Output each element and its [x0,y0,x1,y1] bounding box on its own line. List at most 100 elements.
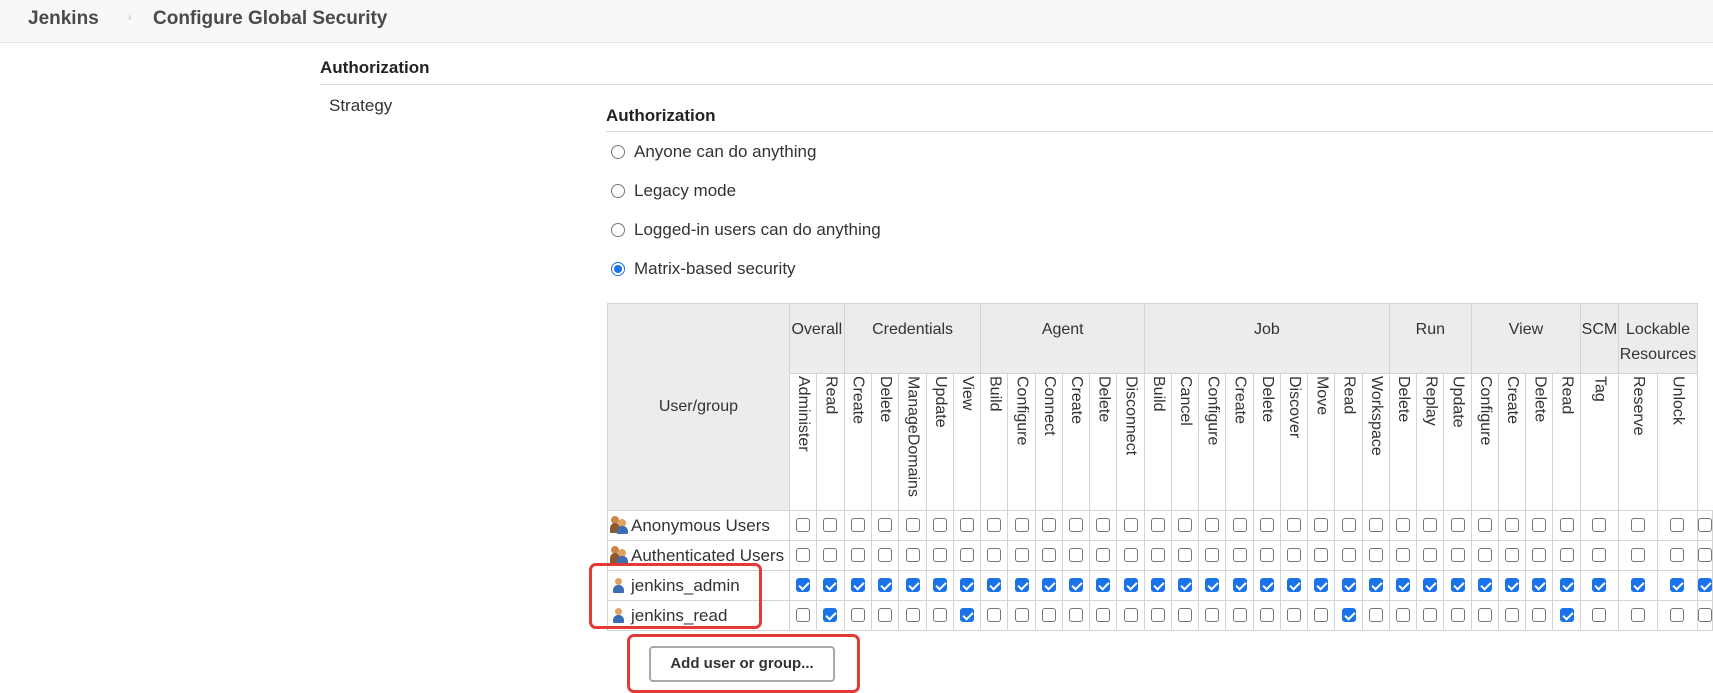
permission-checkbox[interactable] [1287,518,1302,533]
permission-checkbox[interactable] [1014,578,1029,593]
permission-checkbox[interactable] [1314,518,1329,533]
breadcrumb-home-link[interactable]: Jenkins [28,8,99,30]
permission-checkbox[interactable] [1396,608,1411,623]
permission-checkbox[interactable] [1341,518,1356,533]
radio-button[interactable] [611,145,625,159]
permission-checkbox[interactable] [1205,548,1220,563]
permission-checkbox[interactable] [987,548,1002,563]
permission-checkbox[interactable] [1450,578,1465,593]
permission-checkbox[interactable] [960,578,975,593]
permission-checkbox[interactable] [1014,518,1029,533]
permission-checkbox[interactable] [1205,518,1220,533]
permission-checkbox[interactable] [1450,518,1465,533]
permission-checkbox[interactable] [1368,548,1383,563]
permission-checkbox[interactable] [1096,518,1111,533]
permission-checkbox[interactable] [1041,578,1056,593]
permission-checkbox[interactable] [1423,548,1438,563]
permission-checkbox[interactable] [1314,578,1329,593]
permission-checkbox[interactable] [1205,578,1220,593]
permission-checkbox[interactable] [1423,518,1438,533]
permission-checkbox[interactable] [905,518,920,533]
permission-checkbox[interactable] [1396,518,1411,533]
permission-checkbox[interactable] [1559,518,1574,533]
strategy-option[interactable]: Logged-in users can do anything [611,218,881,242]
permission-checkbox[interactable] [1532,608,1547,623]
permission-checkbox[interactable] [1041,518,1056,533]
permission-checkbox[interactable] [1232,608,1247,623]
permission-checkbox[interactable] [1698,578,1712,593]
strategy-option[interactable]: Anyone can do anything [611,140,816,164]
permission-checkbox[interactable] [1341,578,1356,593]
permission-checkbox[interactable] [1505,518,1520,533]
permission-checkbox[interactable] [1341,548,1356,563]
permission-checkbox[interactable] [960,548,975,563]
permission-checkbox[interactable] [1396,578,1411,593]
permission-checkbox[interactable] [795,518,810,533]
permission-checkbox[interactable] [1150,518,1165,533]
permission-checkbox[interactable] [877,608,892,623]
permission-checkbox[interactable] [1423,608,1438,623]
permission-checkbox[interactable] [1314,548,1329,563]
permission-checkbox[interactable] [877,578,892,593]
permission-checkbox[interactable] [1096,608,1111,623]
permission-checkbox[interactable] [877,518,892,533]
breadcrumb-current-page[interactable]: Configure Global Security [153,8,387,30]
permission-checkbox[interactable] [1477,578,1492,593]
permission-checkbox[interactable] [1069,578,1084,593]
permission-checkbox[interactable] [1630,518,1645,533]
permission-checkbox[interactable] [932,548,947,563]
permission-checkbox[interactable] [932,578,947,593]
permission-checkbox[interactable] [1532,578,1547,593]
permission-checkbox[interactable] [1670,608,1685,623]
permission-checkbox[interactable] [1232,518,1247,533]
permission-checkbox[interactable] [1150,578,1165,593]
permission-checkbox[interactable] [1630,578,1645,593]
permission-checkbox[interactable] [1287,608,1302,623]
permission-checkbox[interactable] [877,548,892,563]
permission-checkbox[interactable] [850,578,865,593]
permission-checkbox[interactable] [1532,548,1547,563]
permission-checkbox[interactable] [1123,608,1138,623]
permission-checkbox[interactable] [1178,578,1193,593]
permission-checkbox[interactable] [823,518,838,533]
permission-checkbox[interactable] [1477,548,1492,563]
permission-checkbox[interactable] [1559,608,1574,623]
permission-checkbox[interactable] [1698,518,1712,533]
permission-checkbox[interactable] [1698,548,1712,563]
permission-checkbox[interactable] [1670,518,1685,533]
permission-checkbox[interactable] [1505,548,1520,563]
permission-checkbox[interactable] [1368,608,1383,623]
permission-checkbox[interactable] [1259,518,1274,533]
permission-checkbox[interactable] [1205,608,1220,623]
permission-checkbox[interactable] [1505,578,1520,593]
permission-checkbox[interactable] [1314,608,1329,623]
permission-checkbox[interactable] [1450,608,1465,623]
permission-checkbox[interactable] [1505,608,1520,623]
strategy-option[interactable]: Legacy mode [611,179,736,203]
permission-checkbox[interactable] [1423,578,1438,593]
permission-checkbox[interactable] [1287,548,1302,563]
permission-checkbox[interactable] [1069,518,1084,533]
strategy-option[interactable]: Matrix-based security [611,257,796,281]
permission-checkbox[interactable] [1259,608,1274,623]
permission-checkbox[interactable] [987,578,1002,593]
permission-checkbox[interactable] [1630,548,1645,563]
permission-checkbox[interactable] [795,608,810,623]
permission-checkbox[interactable] [1096,578,1111,593]
permission-checkbox[interactable] [1559,548,1574,563]
permission-checkbox[interactable] [850,608,865,623]
permission-checkbox[interactable] [1368,578,1383,593]
radio-button[interactable] [611,223,625,237]
permission-checkbox[interactable] [1041,608,1056,623]
permission-checkbox[interactable] [1069,608,1084,623]
permission-checkbox[interactable] [823,608,838,623]
permission-checkbox[interactable] [1069,548,1084,563]
permission-checkbox[interactable] [1150,608,1165,623]
permission-checkbox[interactable] [905,578,920,593]
permission-checkbox[interactable] [1450,548,1465,563]
permission-checkbox[interactable] [1232,548,1247,563]
permission-checkbox[interactable] [1592,548,1607,563]
permission-checkbox[interactable] [1630,608,1645,623]
permission-checkbox[interactable] [1559,578,1574,593]
permission-checkbox[interactable] [1698,608,1712,623]
